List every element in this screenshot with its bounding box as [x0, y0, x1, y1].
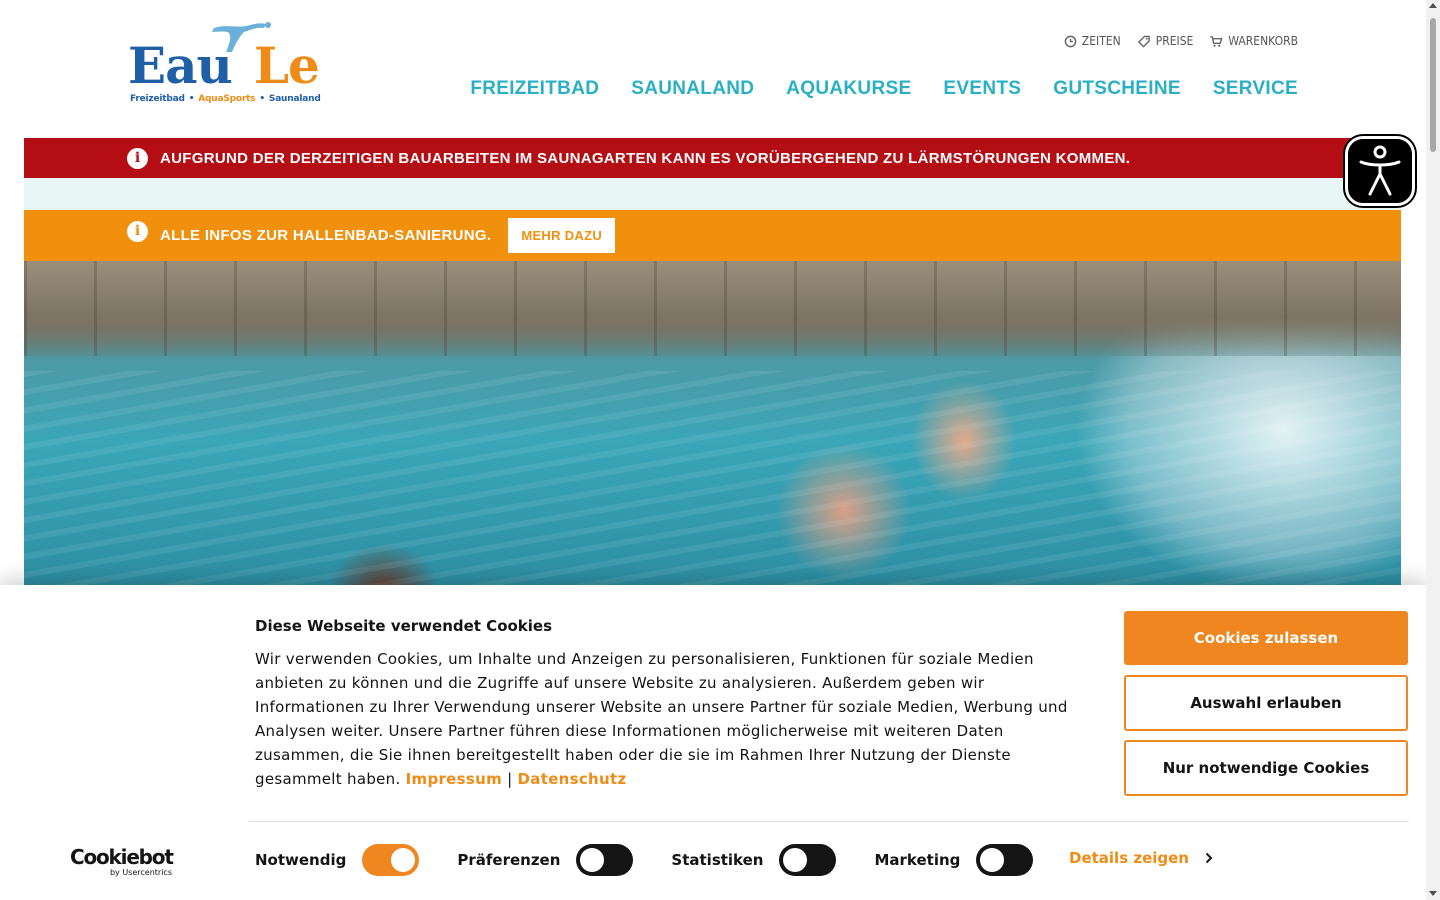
- info-icon: i: [127, 147, 148, 169]
- toggle-notwendig[interactable]: [362, 844, 420, 876]
- show-details-link[interactable]: Details zeigen: [1069, 849, 1213, 867]
- allow-all-cookies-button[interactable]: Cookies zulassen: [1124, 611, 1408, 665]
- toggle-label: Marketing: [874, 851, 961, 869]
- cart-icon: [1210, 35, 1223, 47]
- logo-tagline: Freizeitbad • AquaSports • Saunaland: [130, 94, 321, 104]
- price-tag-icon: [1137, 35, 1150, 48]
- main-nav: FREIZEITBAD SAUNALAND AQUAKURSE EVENTS G…: [470, 78, 1298, 100]
- alert-text: AUFGRUND DER DERZEITIGEN BAUARBEITEN IM …: [160, 149, 1131, 167]
- toggle-praeferenzen[interactable]: [576, 844, 634, 876]
- chevron-right-icon: [1205, 852, 1213, 864]
- details-label: Details zeigen: [1069, 849, 1189, 867]
- toggle-knob: [783, 848, 808, 872]
- cookie-title: Diese Webseite verwendet Cookies: [255, 617, 553, 635]
- more-info-button[interactable]: MEHR DAZU: [508, 218, 616, 253]
- toggle-label: Statistiken: [671, 851, 764, 869]
- nav-item-aquakurse[interactable]: AQUAKURSE: [786, 78, 911, 100]
- accessibility-button[interactable]: [1345, 136, 1415, 206]
- toggle-group-notwendig: Notwendig: [255, 844, 420, 876]
- nav-item-events[interactable]: EVENTS: [943, 78, 1021, 100]
- scrollbar-thumb[interactable]: [1430, 18, 1436, 152]
- hero-stone-wall: [24, 261, 1401, 356]
- logo-wordmark: Eau Le: [128, 36, 320, 95]
- meta-link-preise[interactable]: PREISE: [1137, 34, 1194, 48]
- top-meta-links: ZEITEN PREISE WARENKORB: [1064, 34, 1298, 48]
- logo-tagline-saunaland: Saunaland: [268, 94, 321, 104]
- scroll-down-arrow-icon[interactable]: [1429, 891, 1437, 896]
- toggle-knob: [580, 848, 605, 872]
- logo-word-eau: Eau: [128, 36, 233, 95]
- page-scrollbar[interactable]: [1426, 0, 1440, 900]
- clock-icon: [1064, 35, 1077, 47]
- meta-link-label: PREISE: [1155, 34, 1194, 48]
- cookie-description: Wir verwenden Cookies, um Inhalte und An…: [255, 647, 1075, 791]
- cookiebot-logo: Cookiebot by Usercentrics: [70, 847, 174, 877]
- page: Eau Le Freizeitbad • AquaSports • Saunaland Z…: [0, 0, 1440, 900]
- logo-tagline-dot: •: [188, 94, 195, 104]
- meta-link-label: WARENKORB: [1228, 34, 1298, 48]
- cookie-divider: [249, 821, 1409, 822]
- impressum-link[interactable]: Impressum: [406, 770, 502, 788]
- alert-banner-renovation: i ALLE INFOS ZUR HALLENBAD-SANIERUNG. ME…: [24, 210, 1401, 261]
- allow-selection-button[interactable]: Auswahl erlauben: [1124, 675, 1408, 731]
- nav-item-freizeitbad[interactable]: FREIZEITBAD: [470, 78, 599, 100]
- toggle-statistiken[interactable]: [779, 844, 837, 876]
- cookiebot-sub: by Usercentrics: [109, 868, 172, 877]
- nav-item-service[interactable]: SERVICE: [1213, 78, 1298, 100]
- info-icon: i: [127, 221, 148, 242]
- hero-water: [24, 371, 1401, 591]
- logo-tagline-aquasports: AquaSports: [198, 94, 256, 104]
- alert-banner-construction: i AUFGRUND DER DERZEITIGEN BAUARBEITEN I…: [24, 138, 1401, 178]
- hero-image: [24, 261, 1401, 591]
- cookie-body-text: Wir verwenden Cookies, um Inhalte und An…: [255, 650, 1068, 788]
- link-separator: |: [507, 770, 513, 788]
- scroll-up-arrow-icon[interactable]: [1429, 3, 1437, 8]
- toggle-knob: [980, 848, 1005, 872]
- toggle-marketing[interactable]: [976, 844, 1034, 876]
- cookie-category-toggles: Notwendig Präferenzen Statistiken Market…: [255, 844, 1071, 876]
- accessibility-person-icon: [1359, 145, 1401, 196]
- toggle-label: Präferenzen: [457, 851, 561, 869]
- toggle-group-praeferenzen: Präferenzen: [457, 844, 634, 876]
- alert-spacer: [24, 178, 1401, 210]
- toggle-label: Notwendig: [255, 851, 347, 869]
- datenschutz-link[interactable]: Datenschutz: [518, 770, 627, 788]
- nav-item-saunaland[interactable]: SAUNALAND: [631, 78, 754, 100]
- nav-item-gutscheine[interactable]: GUTSCHEINE: [1053, 78, 1181, 100]
- meta-link-warenkorb[interactable]: WARENKORB: [1209, 34, 1298, 48]
- toggle-group-statistiken: Statistiken: [671, 844, 837, 876]
- cookiebot-wordmark: Cookiebot: [70, 845, 174, 869]
- logo-tagline-dot: •: [259, 94, 265, 104]
- alert-text: ALLE INFOS ZUR HALLENBAD-SANIERUNG.: [160, 227, 492, 244]
- logo-word-le: Le: [253, 36, 320, 95]
- toggle-knob: [391, 848, 416, 872]
- site-logo[interactable]: Eau Le Freizeitbad • AquaSports • Saunaland: [128, 22, 321, 108]
- cookie-consent-banner: Diese Webseite verwendet Cookies Wir ver…: [0, 585, 1426, 900]
- meta-link-label: ZEITEN: [1081, 34, 1121, 48]
- necessary-only-button[interactable]: Nur notwendige Cookies: [1124, 740, 1408, 796]
- meta-link-zeiten[interactable]: ZEITEN: [1064, 34, 1121, 48]
- toggle-group-marketing: Marketing: [874, 844, 1034, 876]
- logo-tagline-freizeitbad: Freizeitbad: [130, 94, 185, 104]
